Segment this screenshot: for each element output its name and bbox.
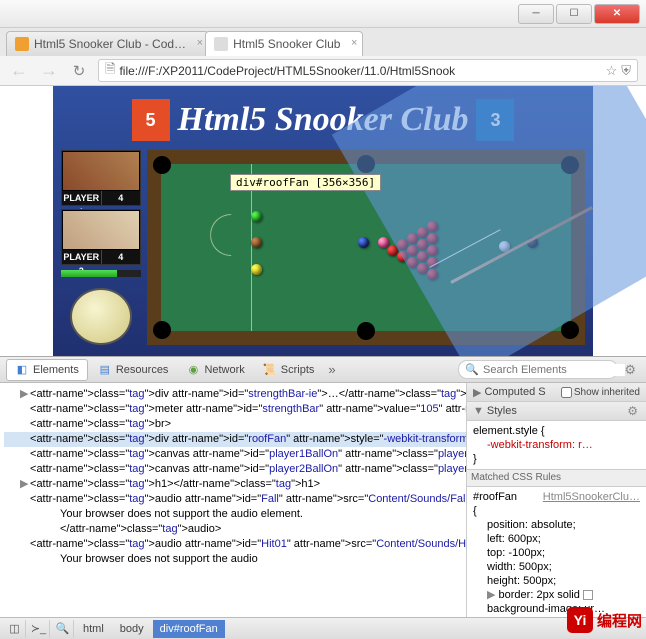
styles-section-header[interactable]: ▼Styles⚙	[467, 402, 646, 421]
player1-box: PLAYER 14	[61, 150, 141, 206]
search-icon: 🔍	[465, 363, 479, 376]
settings-gear-icon[interactable]: ⚙	[620, 362, 640, 378]
browser-tabbar: Html5 Snooker Club - Cod… × Html5 Snooke…	[0, 28, 646, 56]
player2-label: PLAYER 2	[62, 250, 102, 264]
player1-avatar	[63, 152, 139, 190]
shield-icon[interactable]: ⛨	[621, 63, 631, 79]
devtools-search[interactable]: 🔍	[458, 360, 618, 379]
tab-scripts[interactable]: 📜Scripts	[255, 359, 323, 381]
page-icon: 🗎	[105, 60, 115, 82]
scripts-icon: 📜	[263, 363, 277, 377]
breadcrumb-html[interactable]: html	[76, 620, 111, 638]
back-button[interactable]: ←	[8, 60, 30, 82]
browser-tab-active[interactable]: Html5 Snooker Club ×	[205, 31, 363, 56]
resources-icon: ▤	[98, 363, 112, 377]
player2-score: 4	[102, 250, 141, 264]
network-icon: ◉	[186, 363, 200, 377]
reload-button[interactable]: ↻	[68, 60, 90, 82]
tabs-overflow[interactable]: »	[324, 362, 339, 377]
search-input[interactable]	[483, 364, 625, 376]
watermark: Yi 编程网	[567, 607, 642, 633]
url-toolbar: ← → ↻ 🗎 ☆ ⛨	[0, 56, 646, 86]
page-viewport: 5 Html5 Snooker Club 3 PLAYER 14 PLAYER …	[0, 86, 646, 356]
window-titlebar	[0, 0, 646, 28]
matched-rules-header: Matched CSS Rules	[467, 469, 646, 487]
inspect-button[interactable]: 🔍	[52, 620, 74, 638]
forward-button[interactable]: →	[38, 60, 60, 82]
html5-badge-icon: 5	[132, 99, 170, 141]
elements-tree[interactable]: ▶<attr-name">class="tag">div attr-name">…	[0, 383, 466, 617]
tab-close-icon[interactable]: ×	[197, 37, 203, 49]
browser-tab-inactive[interactable]: Html5 Snooker Club - Cod… ×	[6, 31, 209, 56]
player1-label: PLAYER 1	[62, 191, 102, 205]
close-button[interactable]	[594, 4, 640, 24]
source-file-link[interactable]: Html5SnookerClu…	[543, 490, 640, 504]
console-button[interactable]: ≻_	[28, 620, 50, 638]
tab-close-icon[interactable]: ×	[351, 37, 357, 49]
devtools-tabbar: ◧Elements ▤Resources ◉Network 📜Scripts »…	[0, 357, 646, 383]
show-inherited-checkbox[interactable]: Show inherited	[561, 387, 640, 398]
computed-section-header[interactable]: ▶Computed SShow inherited	[467, 383, 646, 402]
player1-score: 4	[102, 191, 141, 205]
url-input[interactable]	[119, 64, 601, 78]
strength-bar[interactable]	[61, 270, 141, 277]
maximize-button[interactable]	[556, 4, 592, 24]
styles-panel: ▶Computed SShow inherited ▼Styles⚙ eleme…	[466, 383, 646, 617]
inspector-tooltip: div#roofFan [356×356]	[230, 174, 381, 191]
game-container: 5 Html5 Snooker Club 3 PLAYER 14 PLAYER …	[53, 86, 593, 356]
watermark-logo-icon: Yi	[567, 607, 593, 633]
game-sidebar: PLAYER 14 PLAYER 24	[61, 150, 141, 345]
address-bar[interactable]: 🗎 ☆ ⛨	[98, 59, 638, 82]
devtools-statusbar: ◫ ≻_ 🔍 html body div#roofFan	[0, 617, 646, 639]
bookmark-star-icon[interactable]: ☆	[606, 63, 618, 79]
styles-gear-icon[interactable]: ⚙	[627, 404, 638, 418]
player2-box: PLAYER 24	[61, 209, 141, 265]
tab-elements[interactable]: ◧Elements	[6, 359, 88, 381]
breadcrumb-rooffan[interactable]: div#roofFan	[153, 620, 225, 638]
styles-body[interactable]: element.style { -webkit-transform: r… } …	[467, 421, 646, 617]
minimize-button[interactable]	[518, 4, 554, 24]
breadcrumb-body[interactable]: body	[113, 620, 151, 638]
favicon-icon	[15, 37, 29, 51]
devtools-panel: ◧Elements ▤Resources ◉Network 📜Scripts »…	[0, 356, 646, 639]
player2-avatar	[63, 211, 139, 249]
aim-circle[interactable]	[70, 288, 132, 345]
elements-icon: ◧	[15, 363, 29, 377]
dock-button[interactable]: ◫	[4, 620, 26, 638]
tab-resources[interactable]: ▤Resources	[90, 359, 177, 381]
tab-network[interactable]: ◉Network	[178, 359, 252, 381]
tab-title: Html5 Snooker Club - Cod…	[34, 37, 186, 51]
tab-title: Html5 Snooker Club	[233, 37, 340, 51]
favicon-icon	[214, 37, 228, 51]
